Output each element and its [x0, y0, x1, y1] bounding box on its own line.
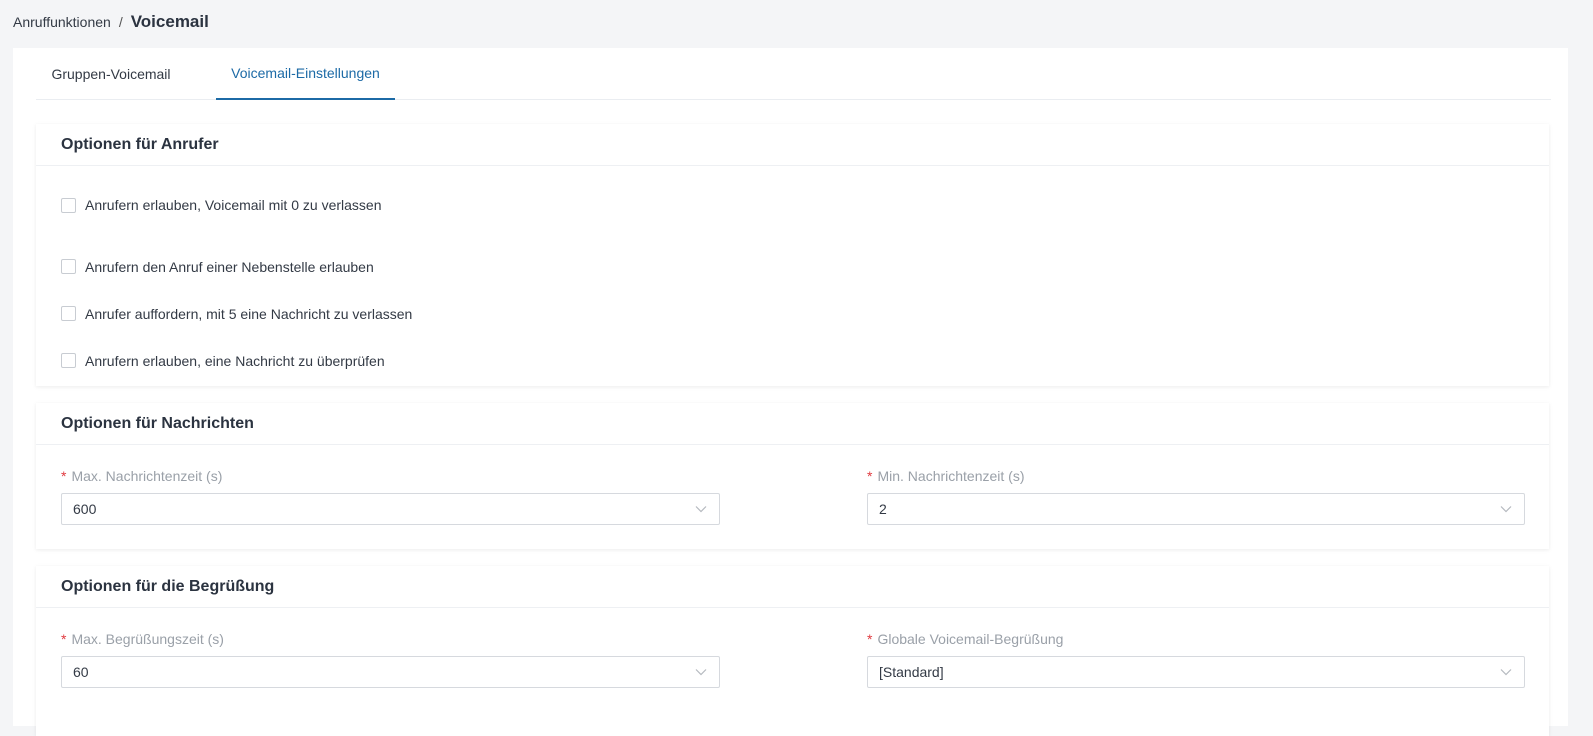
field-label: * Max. Begrüßungszeit (s) [61, 630, 720, 648]
chevron-down-icon [1500, 505, 1512, 513]
option-label: Anrufern erlauben, Voicemail mit 0 zu ve… [85, 197, 382, 213]
caller-options-title: Optionen für Anrufer [36, 124, 1549, 166]
field-label: * Min. Nachrichtenzeit (s) [867, 467, 1525, 485]
chevron-down-icon [695, 668, 707, 676]
option-allow-dial-extension[interactable]: Anrufern den Anruf einer Nebenstelle erl… [36, 243, 1549, 290]
tab-group-voicemail[interactable]: Gruppen-Voicemail [36, 48, 186, 100]
select-value: [Standard] [879, 664, 944, 680]
max-message-time-field: * Max. Nachrichtenzeit (s) 600 [61, 467, 720, 525]
chevron-down-icon [695, 505, 707, 513]
min-message-time-select[interactable]: 2 [867, 493, 1525, 525]
max-greeting-time-label: Max. Begrüßungszeit (s) [71, 631, 224, 647]
required-marker: * [61, 631, 67, 647]
option-allow-exit-with-0[interactable]: Anrufern erlauben, Voicemail mit 0 zu ve… [36, 196, 1549, 214]
required-marker: * [867, 631, 873, 647]
select-value: 600 [73, 501, 97, 517]
checkbox[interactable] [61, 197, 76, 213]
min-message-time-label: Min. Nachrichtenzeit (s) [877, 468, 1025, 484]
breadcrumb-parent-link[interactable]: Anruffunktionen [13, 14, 111, 30]
greeting-options-card: Optionen für die Begrüßung * Max. Begrüß… [36, 566, 1549, 736]
option-label: Anrufer auffordern, mit 5 eine Nachricht… [85, 305, 413, 322]
select-value: 2 [879, 501, 887, 517]
max-message-time-select[interactable]: 600 [61, 493, 720, 525]
option-label: Anrufern den Anruf einer Nebenstelle erl… [85, 258, 374, 275]
message-options-card: Optionen für Nachrichten * Max. Nachrich… [36, 403, 1549, 549]
required-marker: * [61, 468, 67, 484]
breadcrumb: Anruffunktionen / Voicemail [13, 0, 209, 44]
tab-voicemail-settings[interactable]: Voicemail-Einstellungen [216, 48, 395, 100]
field-label: * Max. Nachrichtenzeit (s) [61, 467, 720, 485]
max-greeting-time-select[interactable]: 60 [61, 656, 720, 688]
max-message-time-label: Max. Nachrichtenzeit (s) [71, 468, 223, 484]
option-allow-review-message[interactable]: Anrufern erlauben, eine Nachricht zu übe… [36, 337, 1549, 384]
min-message-time-field: * Min. Nachrichtenzeit (s) 2 [867, 467, 1525, 525]
caller-options-list: Anrufern erlauben, Voicemail mit 0 zu ve… [36, 166, 1549, 384]
greeting-options-title: Optionen für die Begrüßung [36, 566, 1549, 608]
message-options-title: Optionen für Nachrichten [36, 403, 1549, 445]
field-label: * Globale Voicemail-Begrüßung [867, 630, 1525, 648]
max-greeting-time-field: * Max. Begrüßungszeit (s) 60 [61, 630, 720, 688]
main-panel: Gruppen-Voicemail Voicemail-Einstellunge… [13, 48, 1568, 736]
breadcrumb-separator: / [118, 14, 123, 30]
option-prompt-press-5[interactable]: Anrufer auffordern, mit 5 eine Nachricht… [36, 290, 1549, 337]
global-greeting-label: Globale Voicemail-Begrüßung [877, 631, 1064, 647]
checkbox[interactable] [61, 306, 76, 321]
global-greeting-field: * Globale Voicemail-Begrüßung [Standard] [867, 630, 1525, 688]
caller-options-card: Optionen für Anrufer Anrufern erlauben, … [36, 124, 1549, 386]
checkbox[interactable] [61, 353, 76, 368]
required-marker: * [867, 468, 873, 484]
page-title: Voicemail [130, 12, 209, 31]
checkbox[interactable] [61, 259, 76, 274]
global-greeting-select[interactable]: [Standard] [867, 656, 1525, 688]
option-label: Anrufern erlauben, eine Nachricht zu übe… [85, 352, 385, 369]
select-value: 60 [73, 664, 89, 680]
tab-bar: Gruppen-Voicemail Voicemail-Einstellunge… [36, 48, 1551, 100]
chevron-down-icon [1500, 668, 1512, 676]
